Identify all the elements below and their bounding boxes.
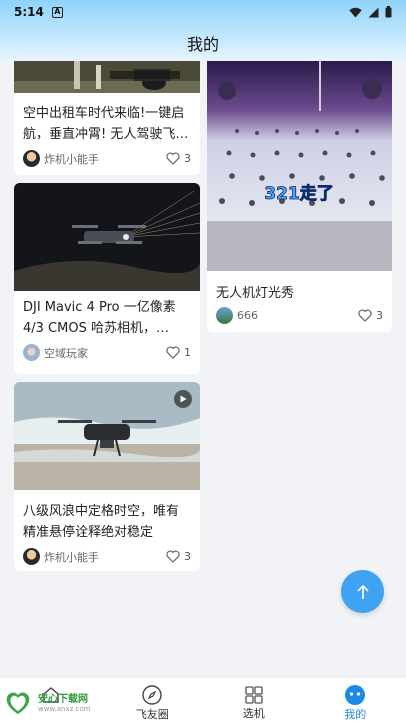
card-title: 空中出租车时代来临!一键启航，垂直冲霄! 无人驾驶飞行汽车 xyxy=(23,106,189,142)
card-thumbnail xyxy=(14,183,200,291)
avatar xyxy=(23,344,40,361)
tab-label: 飞友圈 xyxy=(135,708,169,721)
scroll-to-top-button[interactable] xyxy=(341,570,384,613)
like-button[interactable]: 1 xyxy=(166,346,191,359)
app-header: 5:14 A 我的 xyxy=(0,0,406,62)
heart-icon xyxy=(166,346,180,359)
watermark-logo: 安心下载网 www.anxz.com xyxy=(3,690,90,716)
card-meta: 炸机小能手 3 xyxy=(14,543,200,571)
watermark-brand: 安心下载网 xyxy=(38,693,88,705)
page-title: 我的 xyxy=(186,35,219,54)
card-title: 八级风浪中定格时空，唯有精准悬停诠释绝对稳定 xyxy=(23,504,180,540)
author-name: 666 xyxy=(237,309,258,322)
card-thumbnail xyxy=(14,382,200,490)
tab-label: 选机 xyxy=(242,707,265,720)
arrow-up-icon xyxy=(356,584,369,599)
compass-icon xyxy=(142,685,162,705)
card-meta: 炸机小能手 3 xyxy=(14,145,200,175)
card-title: DJI Mavic 4 Pro 一亿像素 4/3 CMOS 哈苏相机，6K/60… xyxy=(23,300,176,336)
wifi-icon xyxy=(349,7,362,17)
card-meta: 空域玩家 1 xyxy=(14,339,200,370)
feed-card[interactable]: 八级风浪中定格时空，唯有精准悬停诠释绝对稳定 炸机小能手 3 xyxy=(14,382,200,571)
feed-card[interactable]: 321走了 无人机灯光秀 666 3 xyxy=(207,61,392,332)
feed-card[interactable]: 空中出租车时代来临!一键启航，垂直冲霄! 无人驾驶飞行汽车 炸机小能手 3 xyxy=(14,61,200,175)
atv-image xyxy=(14,61,200,93)
like-count: 3 xyxy=(184,152,191,165)
tab-feiyouquan[interactable]: 飞友圈 xyxy=(102,678,204,721)
play-icon xyxy=(180,395,187,403)
profile-icon xyxy=(345,685,366,705)
overlay-caption: 321走了 xyxy=(264,183,334,204)
avatar xyxy=(23,548,40,565)
heart-icon xyxy=(166,152,180,165)
like-count: 1 xyxy=(184,346,191,359)
card-thumbnail xyxy=(14,61,200,93)
feed-right-column: 321走了 无人机灯光秀 666 3 xyxy=(207,61,392,332)
author-name: 炸机小能手 xyxy=(44,152,99,166)
drone-sea-image xyxy=(14,382,200,490)
avatar xyxy=(216,307,233,324)
author-name: 空域玩家 xyxy=(44,346,88,360)
avatar xyxy=(23,150,40,167)
like-button[interactable]: 3 xyxy=(358,309,383,322)
status-time: 5:14 xyxy=(14,5,44,19)
like-count: 3 xyxy=(184,550,191,563)
like-button[interactable]: 3 xyxy=(166,152,191,165)
heart-icon xyxy=(166,550,180,563)
play-video-icon[interactable] xyxy=(174,390,192,408)
tab-wode[interactable]: 我的 xyxy=(305,678,406,721)
watermark-url: www.anxz.com xyxy=(38,704,91,713)
grid-icon xyxy=(245,685,263,704)
card-meta: 666 3 xyxy=(207,304,392,332)
feed-card[interactable]: DJI Mavic 4 Pro 一亿像素 4/3 CMOS 哈苏相机，6K/60… xyxy=(14,183,200,374)
status-bar: 5:14 A xyxy=(14,3,392,21)
watermark-badge-icon xyxy=(6,692,30,714)
battery-icon xyxy=(385,6,392,18)
card-title: 无人机灯光秀 xyxy=(216,286,295,301)
card-thumbnail: 321走了 xyxy=(207,61,392,271)
tab-label: 我的 xyxy=(344,708,367,721)
feed-left-column: 空中出租车时代来临!一键启航，垂直冲霄! 无人驾驶飞行汽车 炸机小能手 3 xyxy=(14,61,200,571)
author-name: 炸机小能手 xyxy=(44,550,99,564)
tab-xuanji[interactable]: 选机 xyxy=(203,678,305,721)
heart-icon xyxy=(358,309,372,322)
signal-icon xyxy=(368,7,379,17)
light-show-image: 321走了 xyxy=(207,61,392,271)
notification-icon: A xyxy=(51,6,63,18)
like-button[interactable]: 3 xyxy=(166,550,191,563)
drone-night-image xyxy=(14,183,200,291)
like-count: 3 xyxy=(376,309,383,322)
